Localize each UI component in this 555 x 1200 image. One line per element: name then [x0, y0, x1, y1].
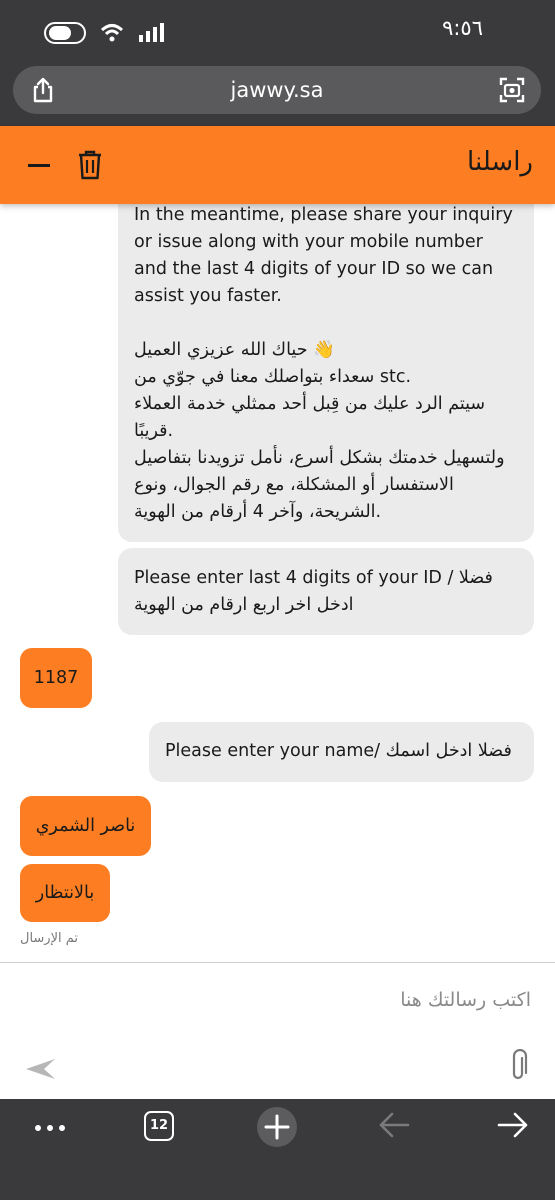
- message-composer: اكتب رسالتك هنا: [0, 962, 555, 1100]
- signal-icon: [138, 23, 164, 47]
- message-line: Please enter last 4 digits of your ID / …: [134, 568, 493, 588]
- url-text: jawwy.sa: [230, 78, 324, 102]
- message-line: الاستفسار أو المشكلة، مع رقم الجوال، ونو…: [134, 475, 454, 495]
- bot-intro-message: In the meantime, please share your inqui…: [118, 204, 534, 542]
- message-line: In the meantime, please share your inqui…: [134, 205, 513, 225]
- toggle-icon: [44, 22, 86, 48]
- user-id-message: 1187: [20, 648, 92, 708]
- new-tab-button[interactable]: [257, 1107, 297, 1147]
- paperclip-icon[interactable]: [507, 1048, 529, 1087]
- user-waiting-message: بالانتظار: [20, 864, 110, 922]
- minimize-button[interactable]: [28, 164, 50, 167]
- message-line: and the last 4 digits of your ID so we c…: [134, 259, 494, 279]
- message-input[interactable]: اكتب رسالتك هنا: [400, 989, 531, 1011]
- browser-bottom-bar: 12: [0, 1099, 555, 1200]
- plus-icon: [264, 1114, 290, 1140]
- user-name-message: ناصر الشمري: [20, 796, 151, 856]
- send-icon[interactable]: [24, 1057, 56, 1085]
- message-line: حياك الله عزيزي العميل 👋: [134, 340, 335, 360]
- wifi-icon: [100, 23, 124, 47]
- message-line: ولتسهيل خدمتك بشكل أسرع، نأمل تزويدنا بت…: [134, 448, 505, 468]
- message-line: or issue along with your mobile number: [134, 232, 483, 252]
- message-line: الشريحة، وآخر 4 أرقام من الهوية.: [134, 502, 382, 522]
- back-arrow-icon[interactable]: [378, 1111, 410, 1143]
- more-icon[interactable]: [34, 1117, 66, 1136]
- message-line: قريبًا.: [134, 421, 174, 441]
- status-time: ٩:٥٦: [442, 16, 483, 40]
- status-icons: [44, 22, 164, 48]
- url-bar[interactable]: jawwy.sa: [13, 66, 541, 114]
- scan-icon[interactable]: [499, 77, 525, 107]
- chat-title: راسلنا: [467, 147, 533, 177]
- message-line: ادخل اخر اربع ارقام من الهوية: [134, 595, 354, 615]
- message-line: assist you faster.: [134, 286, 282, 306]
- message-line: سيتم الرد عليك من قِبل أحد ممثلي خدمة ال…: [134, 394, 486, 414]
- bot-id-request-message: Please enter last 4 digits of your ID / …: [118, 548, 534, 635]
- tabs-button[interactable]: 12: [144, 1111, 174, 1141]
- forward-arrow-icon[interactable]: [497, 1111, 529, 1143]
- messages-area[interactable]: In the meantime, please share your inqui…: [0, 204, 555, 962]
- bot-name-request-message: Please enter your name/ فضلا ادخل اسمك: [149, 722, 534, 782]
- browser-top-bar: ٩:٥٦ jawwy.sa: [0, 0, 555, 126]
- chat-header: راسلنا: [0, 126, 555, 204]
- message-line: سعداء بتواصلك معنا في جوّي من stc.: [134, 367, 412, 387]
- trash-icon[interactable]: [78, 150, 102, 184]
- sent-status: تم الإرسال: [20, 931, 79, 946]
